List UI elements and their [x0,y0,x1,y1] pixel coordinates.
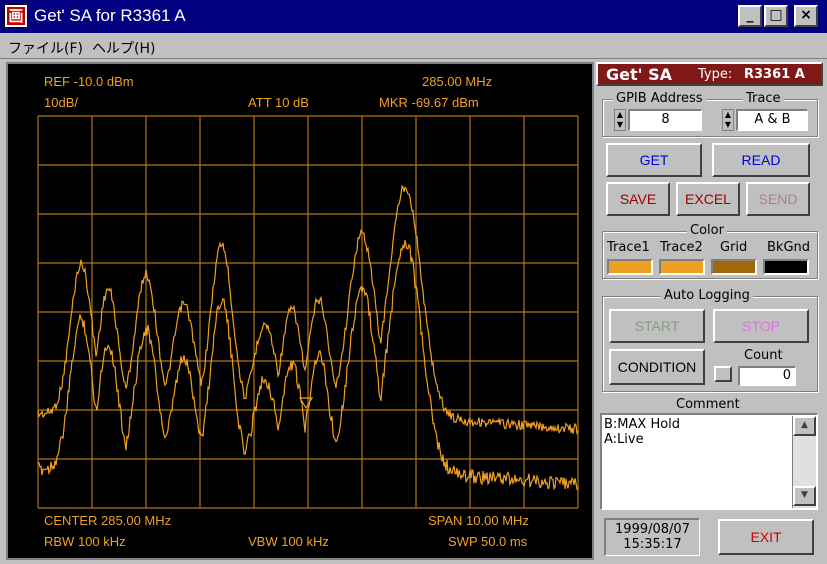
datetime-display: 1999/08/07 15:35:17 [604,518,700,556]
send-button[interactable]: SEND [746,182,810,216]
marker-frequency: 285.00 MHz [422,74,493,89]
gpib-label: GPIB Address [613,91,706,106]
trace-spinner[interactable]: ▲ ▼ [722,109,734,131]
type-label: Type: [698,67,733,82]
condition-button[interactable]: CONDITION [609,349,705,385]
type-value: R3361 A [744,67,805,82]
menu-bar: ファイル(F) ヘルプ(H) [0,33,827,59]
app-icon[interactable]: 画 [4,4,28,28]
scroll-down-icon[interactable]: ▼ [793,486,816,506]
scale: 10dB/ [44,95,78,110]
trace2-label: Trace2 [660,240,703,255]
span: SPAN 10.00 MHz [428,513,529,528]
trace-label: Trace [743,91,784,106]
comment-label: Comment [676,397,740,412]
save-button[interactable]: SAVE [606,182,670,216]
excel-button[interactable]: EXCEL [676,182,740,216]
date-text: 1999/08/07 [615,522,690,537]
count-reset-button[interactable] [714,366,732,382]
grid-color-swatch[interactable] [711,259,757,275]
stop-button[interactable]: STOP [713,309,809,343]
window-title: Get' SA for R3361 A [34,6,186,25]
time-text: 15:35:17 [623,537,682,552]
rbw: RBW 100 kHz [44,534,126,549]
count-field[interactable]: 0 [738,366,796,386]
panel-header: Get' SA Type: R3361 A [596,62,823,86]
trace-field[interactable]: A & B [736,109,808,131]
app-name: Get' SA [606,65,673,84]
comment-line: A:Live [604,432,644,447]
maximize-button[interactable]: □ [764,5,788,27]
center-frequency: CENTER 285.00 MHz [44,513,172,528]
attenuation: ATT 10 dB [248,95,309,110]
spectrum-plot [37,115,579,509]
close-button[interactable]: × [794,5,818,27]
trace1-color-swatch[interactable] [607,259,653,275]
menu-file[interactable]: ファイル(F) [8,38,83,58]
trace2-color-swatch[interactable] [659,259,705,275]
color-label: Color [687,223,727,238]
title-bar: 画 Get' SA for R3361 A _ □ × [0,0,827,33]
exit-button[interactable]: EXIT [718,519,814,555]
count-label: Count [744,348,783,363]
auto-logging-label: Auto Logging [661,288,753,303]
start-button[interactable]: START [609,309,705,343]
minimize-button[interactable]: _ [738,5,762,27]
comment-textarea[interactable]: B:MAX Hold A:Live [600,413,818,510]
trace1-label: Trace1 [607,240,650,255]
menu-help[interactable]: ヘルプ(H) [92,38,155,58]
read-button[interactable]: READ [712,143,810,177]
gpib-address-field[interactable]: 8 [628,109,702,131]
vbw: VBW 100 kHz [248,534,329,549]
bkgnd-label: BkGnd [767,240,811,255]
sweep-time: SWP 50.0 ms [448,534,528,549]
comment-line: B:MAX Hold [604,417,681,432]
marker-level: MKR -69.67 dBm [379,95,479,110]
ref-level: REF -10.0 dBm [44,74,134,89]
gpib-spinner[interactable]: ▲ ▼ [614,109,626,131]
get-button[interactable]: GET [606,143,702,177]
comment-scrollbar[interactable]: ▲ ▼ [792,416,816,508]
scroll-up-icon[interactable]: ▲ [793,416,816,436]
grid-label: Grid [720,240,748,255]
plot-grid [37,115,579,509]
bkgnd-color-swatch[interactable] [763,259,809,275]
